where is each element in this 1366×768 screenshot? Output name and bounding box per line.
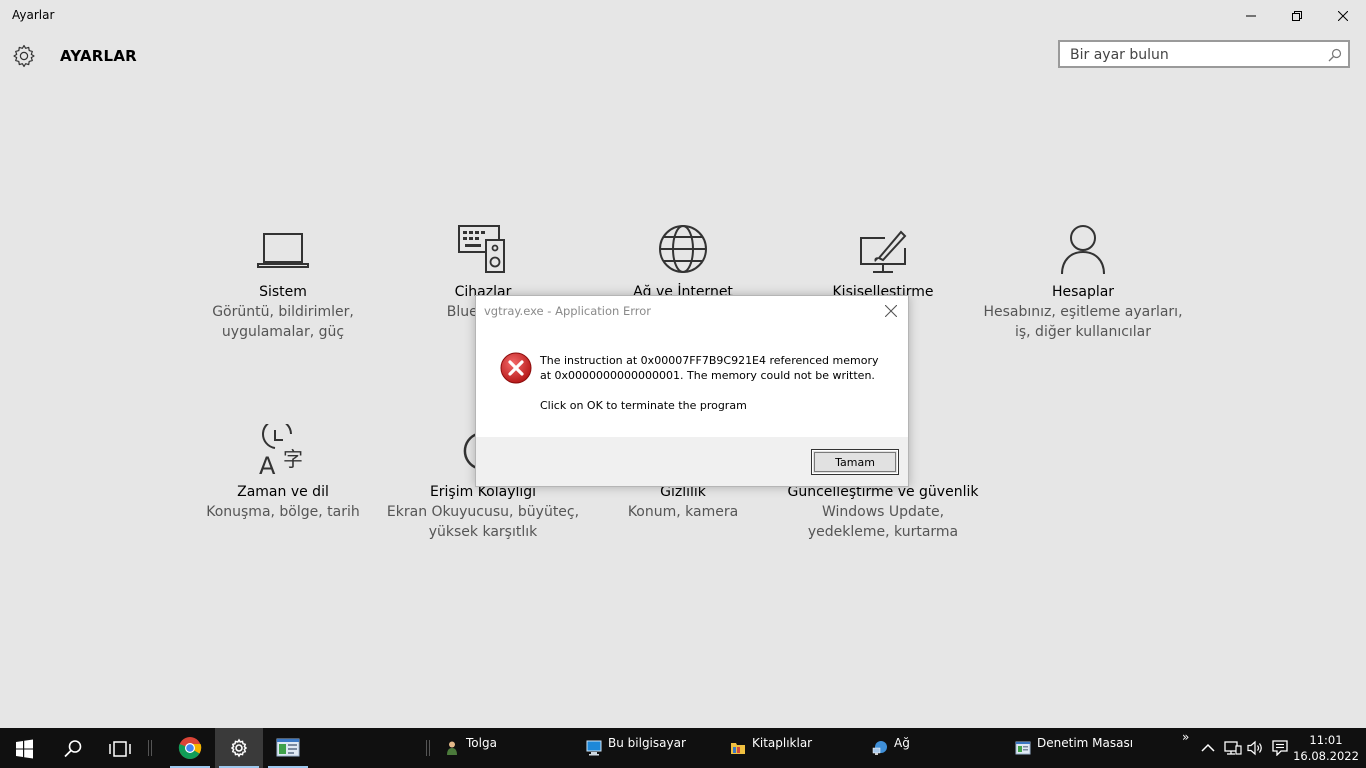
- toolbar-link-denetim-masasi[interactable]: Denetim Masası: [1015, 728, 1145, 768]
- user-folder-icon: [447, 741, 457, 755]
- category-hesaplar[interactable]: Hesaplar Hesabınız, eşitleme ayarları, i…: [983, 224, 1183, 342]
- toolbar-link-label: Ağ: [894, 736, 910, 750]
- toolbar-link-label: Tolga: [466, 736, 497, 750]
- settings-icon: [230, 738, 248, 758]
- category-ag-ve-internet[interactable]: Ağ ve İnternet: [583, 224, 783, 302]
- title-bar: Ayarlar: [0, 0, 1366, 32]
- toolbar-link-label: Denetim Masası: [1037, 736, 1134, 750]
- dialog-message: The instruction at 0x00007FF7B9C921E4 re…: [540, 353, 890, 413]
- category-desc: Windows Update, yedekleme, kurtarma: [807, 504, 959, 540]
- clock-date: 16.08.2022: [1293, 749, 1359, 763]
- category-desc: Konum, kamera: [627, 504, 739, 520]
- gear-icon: [13, 44, 35, 68]
- error-icon: [500, 352, 532, 384]
- clock[interactable]: 11:01 16.08.2022: [1292, 732, 1360, 764]
- category-sistem[interactable]: Sistem Görüntü, bildirimler, uygulamalar…: [183, 224, 383, 342]
- laptop-icon: [257, 233, 309, 268]
- taskbar: Tolga Bu bilgisayar Kitaplıklar Ağ Denet…: [0, 728, 1366, 768]
- taskbar-separator: [426, 740, 430, 756]
- start-button[interactable]: [0, 728, 48, 768]
- restore-button[interactable]: [1274, 0, 1320, 32]
- search-icon[interactable]: [1328, 48, 1342, 62]
- category-desc: Ekran Okuyucusu, büyüteç, yüksek karşıtl…: [386, 504, 580, 540]
- volume-icon[interactable]: [1247, 740, 1265, 756]
- close-icon: [885, 305, 897, 317]
- taskbar-search-button[interactable]: [48, 728, 96, 768]
- toolbar-link-bu-bilgisayar[interactable]: Bu bilgisayar: [586, 728, 706, 768]
- toolbar-link-kitapliklar[interactable]: Kitaplıklar: [730, 728, 840, 768]
- control-panel-icon: [1015, 741, 1031, 755]
- category-zaman-ve-dil[interactable]: A 字 Zaman ve dil Konuşma, bölge, tarih: [183, 424, 383, 522]
- close-button[interactable]: [1320, 0, 1366, 32]
- dialog-message-text: The instruction at 0x00007FF7B9C921E4 re…: [540, 354, 879, 382]
- category-desc: Görüntü, bildirimler, uygulamalar, güç: [212, 304, 354, 340]
- toolbar-link-label: Bu bilgisayar: [608, 736, 686, 750]
- minimize-button[interactable]: [1228, 0, 1274, 32]
- minimize-icon: [1246, 15, 1256, 17]
- category-desc: Konuşma, bölge, tarih: [206, 504, 360, 520]
- page-title: AYARLAR: [60, 47, 137, 65]
- toolbar-link-ag[interactable]: Ağ: [872, 728, 952, 768]
- clock-time: 11:01: [1309, 733, 1343, 747]
- svg-text:A: A: [259, 452, 276, 476]
- restore-icon: [1292, 11, 1302, 21]
- svg-text:字: 字: [283, 447, 303, 471]
- category-name: Hesaplar: [1051, 284, 1115, 300]
- chevron-up-icon[interactable]: [1201, 740, 1215, 756]
- dialog-footer: Tamam: [476, 437, 908, 486]
- chrome-icon: [178, 737, 202, 759]
- control-panel-icon: [276, 738, 300, 757]
- search-icon: [64, 740, 82, 758]
- category-name: Zaman ve dil: [237, 484, 329, 500]
- computer-icon: [586, 740, 602, 756]
- taskbar-app-chrome[interactable]: [166, 728, 214, 768]
- ok-button[interactable]: Tamam: [811, 449, 899, 475]
- network-icon: [872, 741, 887, 755]
- task-view-icon: [109, 741, 131, 757]
- action-center-icon[interactable]: [1272, 740, 1288, 756]
- time-language-icon: A 字: [259, 424, 303, 476]
- toolbar-link-label: Kitaplıklar: [752, 736, 813, 750]
- person-icon: [1061, 225, 1105, 275]
- task-view-button[interactable]: [96, 728, 144, 768]
- toolbar-overflow-button[interactable]: »: [1182, 730, 1189, 744]
- taskbar-separator: [148, 740, 152, 756]
- close-icon: [1338, 11, 1348, 21]
- dialog-title: vgtray.exe - Application Error: [484, 304, 652, 318]
- dialog-instruction-text: Click on OK to terminate the program: [540, 399, 747, 412]
- dialog-close-button[interactable]: [880, 301, 902, 321]
- window-title: Ayarlar: [12, 8, 55, 22]
- personalization-icon: [860, 230, 907, 273]
- category-desc: Hesabınız, eşitleme ayarları, iş, diğer …: [983, 304, 1183, 340]
- globe-icon: [659, 225, 707, 273]
- taskbar-app-control-panel[interactable]: [264, 728, 312, 768]
- network-status-icon[interactable]: [1224, 740, 1242, 756]
- toolbar-link-tolga[interactable]: Tolga: [444, 728, 544, 768]
- search-input[interactable]: [1070, 46, 1320, 64]
- error-dialog: vgtray.exe - Application Error The instr…: [475, 295, 909, 487]
- search-box[interactable]: [1058, 40, 1350, 68]
- start-icon: [16, 739, 33, 759]
- libraries-icon: [731, 743, 745, 754]
- taskbar-app-settings[interactable]: [215, 728, 263, 768]
- devices-icon: [458, 225, 505, 273]
- category-name: Sistem: [259, 284, 307, 300]
